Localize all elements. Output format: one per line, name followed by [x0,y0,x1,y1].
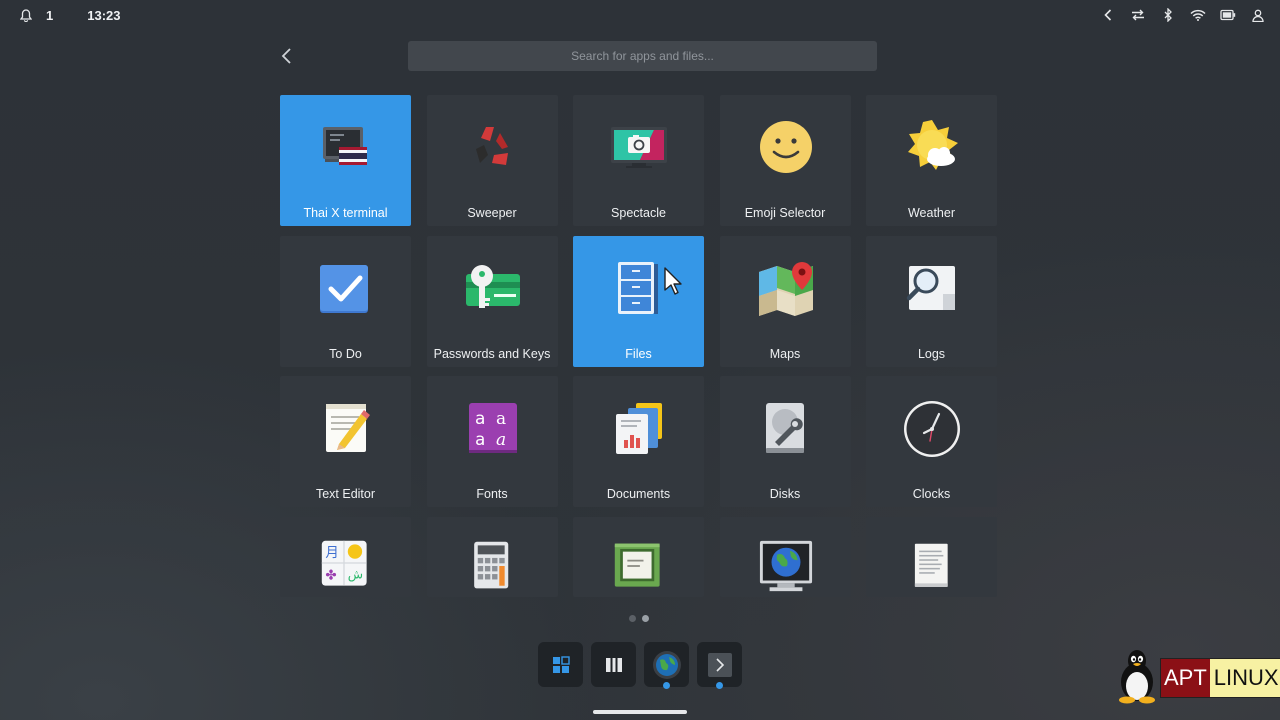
app-tile-thai-x-terminal[interactable]: Thai X terminal [280,95,411,226]
app-tile-disks[interactable]: Disks [719,376,851,507]
document-viewer-icon [914,543,948,587]
app-label: Files [625,346,652,361]
app-label: Fonts [476,487,508,501]
app-tile-to-do[interactable]: To Do [280,235,411,367]
transfer-icon[interactable] [1130,7,1146,23]
chevron-left-icon[interactable] [1100,7,1116,23]
app-grid-icon [552,655,570,673]
app-tile-calculator[interactable] [426,516,558,597]
app-tile-characters[interactable]: 月 ✤ ش [280,516,411,597]
watermark-logo: APT LINUX [1114,648,1280,704]
disks-icon [765,403,804,453]
app-tile-weather[interactable]: Weather [866,95,997,226]
app-label: Maps [769,346,801,361]
app-label: Disks [769,487,801,501]
calculator-icon [473,541,508,588]
app-label: Spectacle [611,206,666,220]
app-tile-logs[interactable]: Logs [866,235,997,367]
home-gesture-bar[interactable] [593,710,687,714]
workspaces-icon [605,657,622,672]
fonts-icon: a a a a [468,403,517,453]
app-label: Thai X terminal [303,206,388,220]
svg-text:a: a [475,430,485,450]
characters-icon: 月 ✤ ش [321,540,367,586]
app-tile-maps[interactable]: Maps [719,235,851,367]
app-tile-clocks[interactable]: Clocks [866,376,997,507]
terminal-thai-icon [323,127,367,165]
app-tile-sweeper[interactable]: Sweeper [426,95,558,226]
app-tile-fonts[interactable]: a a a a Fonts [426,376,558,507]
clocks-icon [904,401,960,457]
dock-browser[interactable] [644,642,689,689]
user-icon[interactable] [1250,7,1266,23]
todo-icon [320,264,368,313]
dock-app-grid[interactable] [538,642,583,687]
page-indicator [629,615,649,622]
browser-globe-icon [652,650,681,679]
app-label: Logs [917,346,946,361]
app-label: Text Editor [315,487,376,501]
logs-icon [906,265,955,310]
dock [538,642,742,689]
text-editor-icon [326,404,370,452]
bell-icon[interactable] [18,7,34,23]
app-tile-spectacle[interactable]: Spectacle [573,95,704,226]
sweeper-icon [475,127,508,165]
app-tile-emoji-selector[interactable]: Emoji Selector [719,95,851,226]
app-tile-documents[interactable]: Documents [573,376,704,507]
svg-text:a: a [475,409,485,429]
notification-count[interactable]: 1 [46,8,53,23]
documents-icon [616,403,662,454]
page-dot-1[interactable] [629,615,636,622]
status-bar: 1 13:23 [0,0,1280,30]
app-label: To Do [329,346,362,361]
dock-workspaces[interactable] [591,642,636,687]
app-label: Sweeper [467,206,517,220]
bluetooth-icon[interactable] [1160,7,1176,23]
maps-icon [758,261,813,316]
app-label: Clocks [912,487,951,501]
running-indicator [716,682,723,689]
dock-terminal[interactable] [697,642,742,689]
watermark-apt: APT [1161,659,1210,697]
cpu-icon [614,543,660,587]
svg-text:a: a [496,409,506,429]
app-label: Emoji Selector [744,206,826,220]
app-tile-files[interactable]: Files [573,235,704,367]
svg-text:ش: ش [348,566,363,582]
app-grid: Thai X terminal Sweeper Spectacle Emoji … [280,95,997,648]
app-tile-text-editor[interactable]: Text Editor [280,376,411,507]
watermark-linux: LINUX [1209,659,1280,697]
mouse-cursor-icon [664,266,682,295]
app-label: Weather [907,206,955,220]
battery-icon[interactable] [1220,7,1236,23]
running-indicator [663,682,670,689]
svg-text:✤: ✤ [325,568,336,583]
spectacle-icon [611,127,667,168]
svg-text:月: 月 [325,545,338,560]
app-tile-cpu[interactable] [573,516,704,597]
back-chevron-icon[interactable] [278,46,296,66]
app-tile-system-monitor[interactable] [719,516,851,597]
search-input[interactable] [408,41,877,71]
app-tile-passwords-and-keys[interactable]: Passwords and Keys [426,235,558,367]
system-monitor-icon [759,540,812,591]
svg-text:a: a [496,430,506,450]
files-icon [618,261,658,314]
wifi-icon[interactable] [1190,7,1206,23]
emoji-icon [759,121,812,173]
app-label: Documents [606,487,671,501]
clock-time[interactable]: 13:23 [87,8,120,23]
tux-penguin-icon [1119,650,1155,704]
weather-icon [908,120,958,170]
page-dot-2[interactable] [642,615,649,622]
app-tile-document-viewer[interactable] [866,516,997,597]
terminal-icon [707,652,732,677]
app-label: Passwords and Keys [433,346,551,361]
key-icon [465,264,520,308]
